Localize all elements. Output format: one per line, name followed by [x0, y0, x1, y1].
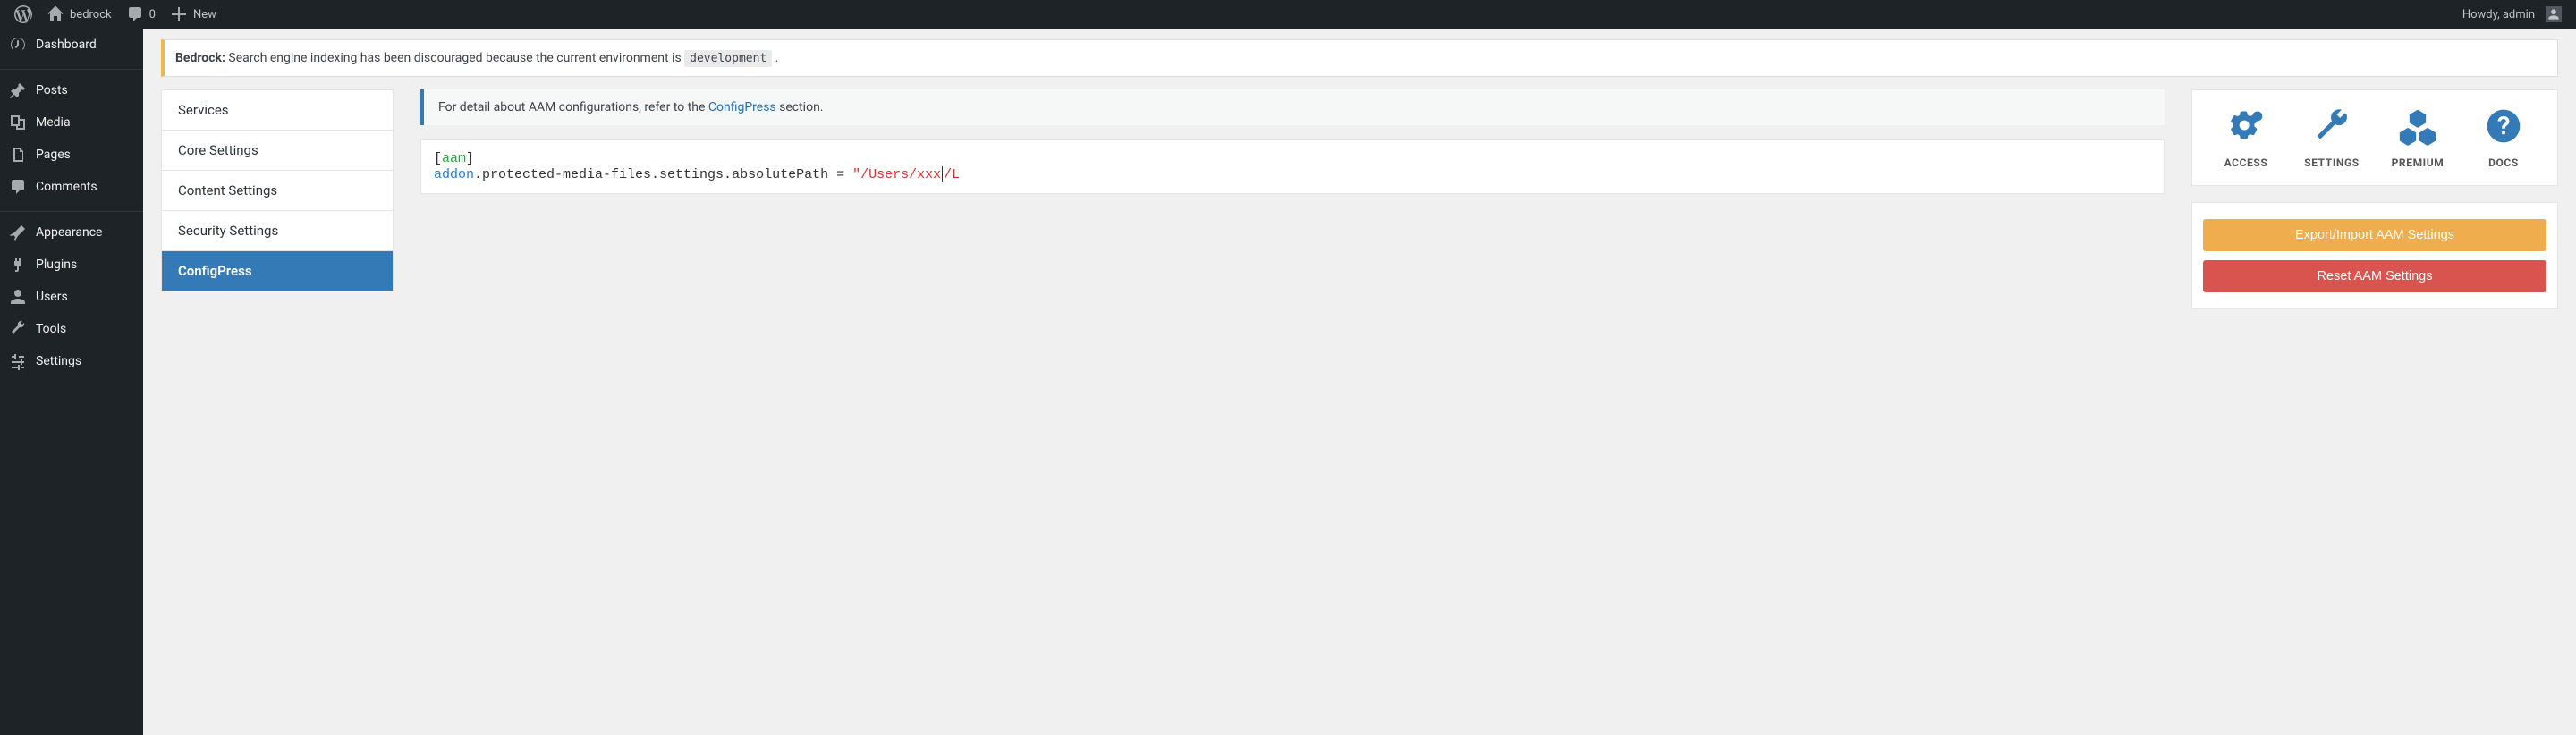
menu-pages[interactable]: Pages: [0, 139, 143, 171]
notice-env: development: [684, 50, 772, 67]
shortcut-settings[interactable]: SETTINGS: [2289, 106, 2375, 169]
question-icon: [2484, 106, 2523, 146]
wrench-icon: [9, 320, 27, 338]
comments-count: 0: [149, 8, 156, 21]
tab-security-settings[interactable]: Security Settings: [162, 211, 393, 251]
avatar: [2546, 6, 2562, 22]
shortcut-access[interactable]: ACCESS: [2203, 106, 2289, 169]
site-name-link[interactable]: bedrock: [39, 0, 119, 29]
menu-label: Tools: [36, 322, 66, 336]
tab-configpress[interactable]: ConfigPress: [162, 251, 393, 291]
plus-icon: [170, 5, 188, 23]
shortcut-label: PREMIUM: [2375, 156, 2461, 169]
comment-icon: [126, 5, 144, 23]
menu-label: Pages: [36, 148, 71, 162]
notice-prefix: Bedrock:: [175, 51, 225, 65]
info-text: For detail about AAM configurations, ref…: [438, 100, 708, 114]
admin-menu: Dashboard Posts Media Pages Comments App…: [0, 29, 143, 735]
tab-services[interactable]: Services: [162, 90, 393, 131]
users-icon: [9, 288, 27, 306]
shortcut-label: SETTINGS: [2289, 156, 2375, 169]
menu-separator: [0, 207, 143, 212]
comments-icon: [9, 178, 27, 196]
site-name: bedrock: [70, 8, 112, 21]
dashboard-icon: [9, 36, 27, 54]
admin-notice: Bedrock: Search engine indexing has been…: [161, 39, 2558, 77]
aam-shortcuts-card: ACCESS SETTINGS PREMIUM DOCS: [2191, 89, 2558, 186]
info-panel: For detail about AAM configurations, ref…: [420, 89, 2165, 125]
howdy-text: Howdy, admin: [2462, 8, 2535, 21]
menu-appearance[interactable]: Appearance: [0, 216, 143, 249]
wp-logo[interactable]: [7, 0, 39, 29]
my-account[interactable]: Howdy, admin: [2455, 0, 2569, 29]
pin-icon: [9, 81, 27, 99]
menu-plugins[interactable]: Plugins: [0, 249, 143, 281]
notice-suffix: .: [772, 51, 778, 65]
menu-label: Settings: [36, 354, 81, 368]
menu-label: Posts: [36, 83, 68, 97]
menu-label: Media: [36, 115, 71, 130]
shortcut-premium[interactable]: PREMIUM: [2375, 106, 2461, 169]
configpress-link[interactable]: ConfigPress: [708, 100, 776, 114]
shortcut-docs[interactable]: DOCS: [2461, 106, 2546, 169]
menu-separator: [0, 65, 143, 70]
export-import-button[interactable]: Export/Import AAM Settings: [2203, 219, 2546, 251]
person-icon: [2547, 8, 2560, 21]
menu-users[interactable]: Users: [0, 281, 143, 313]
menu-label: Dashboard: [36, 38, 97, 52]
text-cursor: [942, 166, 943, 182]
aam-actions-card: Export/Import AAM Settings Reset AAM Set…: [2191, 202, 2558, 309]
gears-icon: [2226, 106, 2266, 146]
config-editor[interactable]: [aam] addon.protected-media-files.settin…: [420, 139, 2165, 194]
new-label: New: [193, 8, 216, 21]
menu-dashboard[interactable]: Dashboard: [0, 29, 143, 61]
settings-tabs: Services Core Settings Content Settings …: [161, 89, 394, 291]
menu-tools[interactable]: Tools: [0, 313, 143, 345]
home-icon: [47, 5, 64, 23]
menu-comments[interactable]: Comments: [0, 171, 143, 203]
wordpress-icon: [14, 5, 32, 23]
main-content: Bedrock: Search engine indexing has been…: [143, 29, 2576, 735]
menu-label: Plugins: [36, 258, 77, 272]
shortcut-label: DOCS: [2461, 156, 2546, 169]
pages-icon: [9, 146, 27, 164]
menu-label: Users: [36, 290, 68, 304]
brush-icon: [9, 224, 27, 241]
menu-media[interactable]: Media: [0, 106, 143, 139]
menu-posts[interactable]: Posts: [0, 74, 143, 106]
plug-icon: [9, 256, 27, 274]
shortcut-label: ACCESS: [2203, 156, 2289, 169]
menu-settings[interactable]: Settings: [0, 345, 143, 377]
menu-label: Appearance: [36, 225, 102, 240]
menu-label: Comments: [36, 180, 97, 194]
sliders-icon: [9, 352, 27, 370]
cubes-icon: [2398, 106, 2437, 146]
media-icon: [9, 114, 27, 131]
admin-bar: bedrock 0 New Howdy, admin: [0, 0, 2576, 29]
reset-settings-button[interactable]: Reset AAM Settings: [2203, 260, 2546, 292]
new-content-link[interactable]: New: [163, 0, 224, 29]
notice-body: Search engine indexing has been discoura…: [225, 51, 684, 65]
info-suffix: section.: [776, 100, 824, 114]
tab-content-settings[interactable]: Content Settings: [162, 171, 393, 211]
comments-link[interactable]: 0: [119, 0, 163, 29]
tab-core-settings[interactable]: Core Settings: [162, 131, 393, 171]
wrench-icon: [2312, 106, 2351, 146]
